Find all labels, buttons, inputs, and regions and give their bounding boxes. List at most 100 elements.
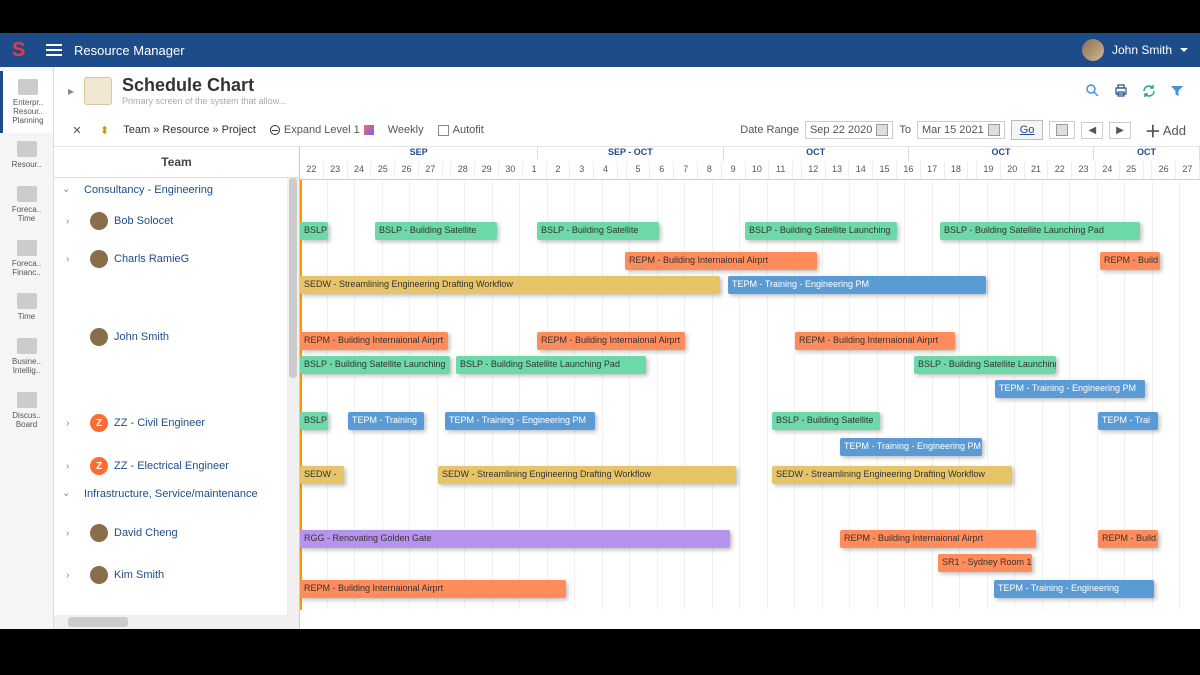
autofit-checkbox[interactable]: Autofit xyxy=(438,124,484,136)
nav-item[interactable]: Busine..Intellig.. xyxy=(0,330,53,384)
day-label xyxy=(1144,161,1153,179)
date-from-input[interactable]: Sep 22 2020 xyxy=(805,121,893,139)
print-icon[interactable] xyxy=(1112,82,1130,100)
schedule-bar[interactable]: REPM - Building Internaional Airprt xyxy=(625,252,817,270)
schedule-bar[interactable]: REPM - Building Internaional Airprt xyxy=(300,580,566,598)
refresh-icon[interactable] xyxy=(1140,82,1158,100)
tools-icon[interactable]: ✕ xyxy=(68,121,86,139)
schedule-bar[interactable]: TEPM - Training - Engineering PM xyxy=(445,412,595,430)
day-label: 27 xyxy=(1176,161,1200,179)
schedule-bar[interactable]: TEPM - Training - Engineering xyxy=(994,580,1154,598)
schedule-bar[interactable]: SEDW - Streamlining Engineering Drafting… xyxy=(300,276,720,294)
nav-item[interactable]: Resour.. xyxy=(0,133,53,178)
schedule-bar[interactable]: REPM - Build xyxy=(1098,530,1158,548)
schedule-bar[interactable]: TEPM - Training - Engineering PM xyxy=(728,276,986,294)
filter-icon[interactable] xyxy=(1168,82,1186,100)
next-button[interactable]: ▶ xyxy=(1109,122,1131,139)
schedule-bar[interactable]: REPM - Building Internaional Airprt xyxy=(300,332,448,350)
team-row[interactable]: ›ZZZ - Electrical Engineer xyxy=(54,450,299,482)
team-group[interactable]: Infrastructure, Service/maintenance⌄ xyxy=(54,482,299,506)
team-row[interactable]: ›Bob Solocet xyxy=(54,202,299,240)
nav-item[interactable]: Enterpr..Resour..Planning xyxy=(0,71,53,133)
chevron-icon[interactable]: ⌄ xyxy=(62,184,70,195)
nav-item[interactable]: Foreca..Financ.. xyxy=(0,232,53,286)
schedule-bar[interactable]: REPM - Building Internaional Airprt xyxy=(840,530,1036,548)
day-label xyxy=(443,161,452,179)
team-row[interactable]: John Smith xyxy=(54,278,299,396)
day-label: 29 xyxy=(475,161,499,179)
today-button[interactable] xyxy=(1049,121,1075,139)
day-label: 4 xyxy=(594,161,618,179)
avatar xyxy=(90,566,108,584)
avatar xyxy=(90,524,108,542)
day-label: 16 xyxy=(897,161,921,179)
calendar-icon xyxy=(988,124,1000,136)
schedule-bar[interactable]: BSLP - Building Satellite Launching xyxy=(914,356,1056,374)
day-label: 5 xyxy=(627,161,651,179)
schedule-bar[interactable]: TEPM - Training xyxy=(348,412,424,430)
schedule-bar[interactable]: BSLP xyxy=(300,222,328,240)
day-label: 11 xyxy=(769,161,793,179)
month-label: OCT xyxy=(909,147,1094,161)
schedule-bar[interactable]: REPM - Building Internaional Airprt xyxy=(795,332,955,350)
schedule-icon xyxy=(84,77,112,105)
team-sidebar: Team Consultancy - Engineering⌄›Bob Solo… xyxy=(54,147,300,629)
nav-item[interactable]: Foreca..Time xyxy=(0,178,53,232)
search-icon[interactable] xyxy=(1084,82,1102,100)
tree-icon[interactable]: ⬍ xyxy=(100,124,109,137)
left-nav: Enterpr..Resour..PlanningResour..Foreca.… xyxy=(0,67,54,629)
team-row[interactable]: ›Kim Smith xyxy=(54,560,299,590)
avatar xyxy=(90,328,108,346)
add-button[interactable]: ＋Add xyxy=(1145,118,1186,142)
prev-button[interactable]: ◀ xyxy=(1081,122,1103,139)
schedule-bar[interactable]: TEPM - Training - Engineering PM xyxy=(995,380,1145,398)
collapse-icon[interactable]: ▸ xyxy=(68,84,74,98)
team-header: Team xyxy=(54,147,299,178)
schedule-bar[interactable]: TEPM - Training - Engineering PM xyxy=(840,438,982,456)
go-button[interactable]: Go xyxy=(1011,120,1044,140)
schedule-bar[interactable]: SEDW - xyxy=(300,466,344,484)
titlebar: S Resource Manager John Smith xyxy=(0,33,1200,67)
view-weekly[interactable]: Weekly xyxy=(388,124,424,136)
avatar xyxy=(1082,39,1104,61)
schedule-bar[interactable]: SR1 - Sydney Room 1 xyxy=(938,554,1032,572)
schedule-bar[interactable]: RGG - Renovating Golden Gate xyxy=(300,530,730,548)
schedule-bar[interactable]: SEDW - Streamlining Engineering Drafting… xyxy=(772,466,1012,484)
team-row[interactable]: ›Charls RamieG xyxy=(54,240,299,278)
menu-icon[interactable] xyxy=(46,44,62,56)
schedule-bar[interactable]: REPM - Build xyxy=(1100,252,1160,270)
breadcrumb[interactable]: Team » Resource » Project xyxy=(123,124,256,136)
day-label: 6 xyxy=(650,161,674,179)
schedule-bar[interactable]: BSLP - Building Satellite Launching Pad xyxy=(456,356,646,374)
schedule-bar[interactable]: SEDW - Streamlining Engineering Drafting… xyxy=(438,466,736,484)
month-label: OCT xyxy=(1094,147,1200,161)
schedule-bar[interactable]: BSLP - Building Satellite xyxy=(537,222,659,240)
schedule-bar[interactable]: BSLP xyxy=(300,412,328,430)
team-row[interactable]: ›David Cheng xyxy=(54,506,299,560)
schedule-bar[interactable]: BSLP - Building Satellite xyxy=(772,412,880,430)
timeline[interactable]: SEPSEP - OCTOCTOCTOCT 222324252627282930… xyxy=(300,147,1200,629)
day-label: 15 xyxy=(873,161,897,179)
toolbar: ✕ ⬍ Team » Resource » Project Expand Lev… xyxy=(54,114,1200,147)
user-menu[interactable]: John Smith xyxy=(1082,39,1188,61)
date-to-input[interactable]: Mar 15 2021 xyxy=(917,121,1005,139)
schedule-bar[interactable]: BSLP - Building Satellite Launching Pad xyxy=(940,222,1140,240)
nav-item[interactable]: Time xyxy=(0,285,53,330)
team-group[interactable]: Consultancy - Engineering⌄ xyxy=(54,178,299,202)
schedule-bar[interactable]: BSLP - Building Satellite Launching xyxy=(745,222,897,240)
team-row[interactable]: ›ZZZ - Civil Engineer xyxy=(54,396,299,450)
schedule-bar[interactable]: REPM - Building Internaional Airprt xyxy=(537,332,685,350)
schedule-bar[interactable]: TEPM - Trai xyxy=(1098,412,1158,430)
schedule-bar[interactable]: BSLP - Building Satellite xyxy=(375,222,497,240)
avatar xyxy=(90,250,108,268)
day-label: 17 xyxy=(921,161,945,179)
avatar: Z xyxy=(90,457,108,475)
day-label: 25 xyxy=(1120,161,1144,179)
day-label: 25 xyxy=(371,161,395,179)
page-subtitle: Primary screen of the system that allow.… xyxy=(122,96,286,106)
schedule-bar[interactable]: BSLP - Building Satellite Launching xyxy=(300,356,450,374)
nav-item[interactable]: Discus..Board xyxy=(0,384,53,438)
expand-level[interactable]: Expand Level 1 xyxy=(270,124,374,136)
chevron-icon[interactable]: ⌄ xyxy=(62,488,70,499)
scrollbar[interactable] xyxy=(54,615,299,629)
